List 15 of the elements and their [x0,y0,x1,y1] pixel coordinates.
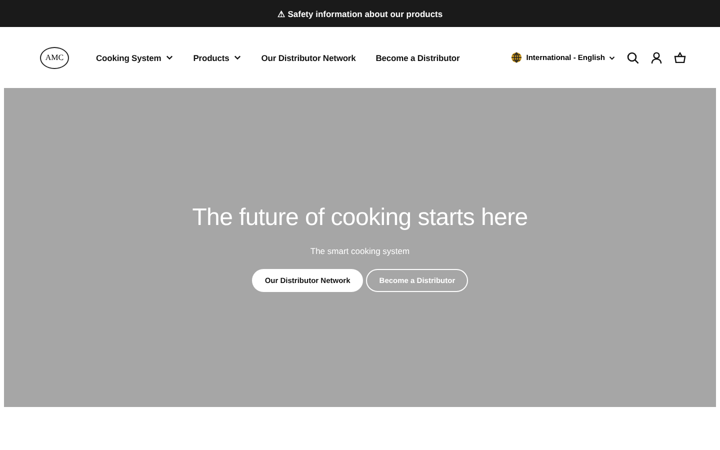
nav-link[interactable]: Our Distributor Network [261,52,356,62]
announcement-link[interactable]: ⚠ Safety information about our products [277,8,443,18]
chevron-down-icon [166,55,174,60]
account-icon[interactable] [651,52,662,64]
hero-title: The future of cooking starts here [192,204,528,232]
nav-link[interactable]: Products [193,52,242,62]
chevron-down-icon [609,56,615,60]
globe-icon [511,52,522,63]
nav-link[interactable]: Cooking System [96,52,174,62]
chevron-down-icon [234,55,242,60]
nav-link[interactable]: Become a Distributor [376,52,460,62]
logo[interactable]: AMC [40,46,69,68]
hero-subtitle: The smart cooking system [310,246,410,256]
basket-icon[interactable] [674,52,686,63]
search-icon[interactable] [627,52,639,64]
